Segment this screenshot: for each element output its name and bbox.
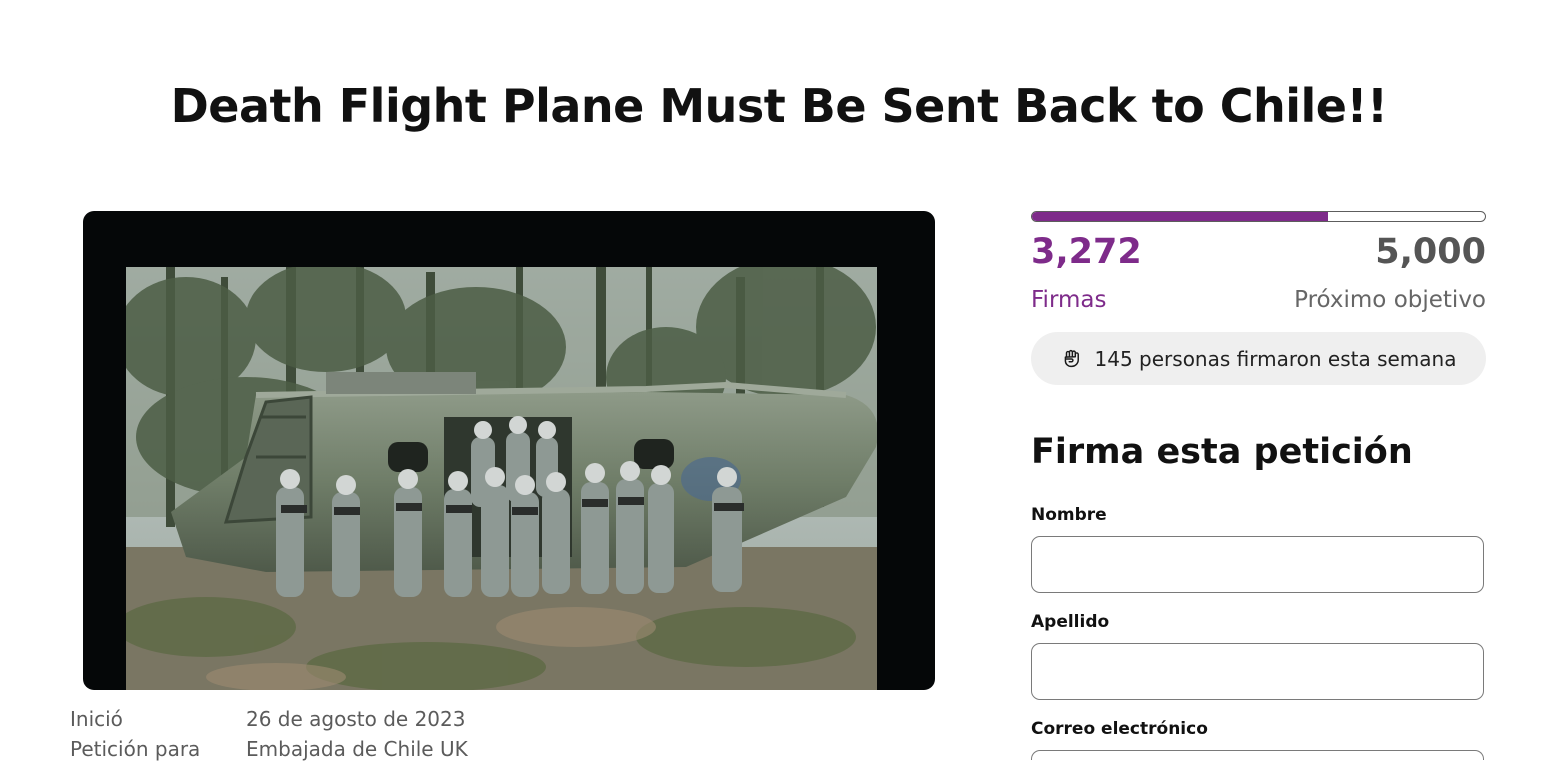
target-label: Petición para — [70, 737, 201, 761]
petition-title: Death Flight Plane Must Be Sent Back to … — [170, 78, 1388, 133]
weekly-signers-badge: 145 personas firmaron esta semana — [1031, 332, 1486, 385]
first-name-label: Nombre — [1031, 505, 1107, 525]
sign-form-title: Firma esta petición — [1031, 432, 1413, 472]
meta-row-started: Inició 26 de agosto de 2023 — [70, 704, 468, 734]
raised-fist-icon — [1064, 349, 1079, 367]
started-label: Inició — [70, 707, 123, 731]
target-value: Embajada de Chile UK — [246, 737, 468, 761]
weekly-signers-text: 145 personas firmaron esta semana — [1094, 346, 1457, 371]
email-label: Correo electrónico — [1031, 719, 1208, 739]
signature-count-label: Firmas — [1031, 287, 1107, 313]
last-name-field[interactable] — [1031, 643, 1484, 700]
petition-photo — [126, 267, 877, 690]
started-value: 26 de agosto de 2023 — [246, 707, 466, 731]
first-name-field[interactable] — [1031, 536, 1484, 593]
email-field[interactable] — [1031, 750, 1484, 760]
signature-count: 3,272 — [1031, 232, 1142, 272]
signature-goal: 5,000 — [1375, 232, 1486, 272]
petition-meta: Inició 26 de agosto de 2023 Petición par… — [70, 704, 468, 764]
signature-progress-bar — [1031, 211, 1486, 222]
petition-media — [83, 211, 935, 690]
last-name-label: Apellido — [1031, 612, 1110, 632]
signature-progress-fill — [1032, 212, 1329, 221]
signature-goal-label: Próximo objetivo — [1294, 287, 1486, 313]
